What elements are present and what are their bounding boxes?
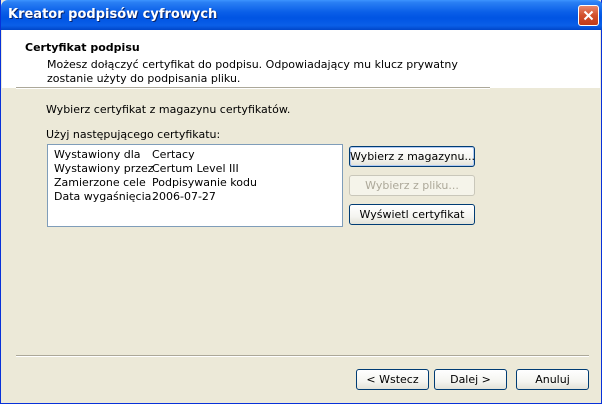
- cert-key: Data wygaśnięcia: [54, 190, 152, 203]
- footer-divider: [16, 355, 589, 357]
- window-title: Kreator podpisów cyfrowych: [8, 7, 218, 22]
- select-from-file-button[interactable]: Wybierz z pliku...: [349, 175, 475, 196]
- header-divider: [16, 87, 490, 89]
- cert-value: Certum Level III: [152, 162, 239, 175]
- cancel-button[interactable]: Anuluj: [516, 369, 589, 390]
- title-bar[interactable]: Kreator podpisów cyfrowych: [1, 0, 602, 30]
- certificate-info-box: Wystawiony dla Certacy Wystawiony przez …: [47, 144, 343, 227]
- next-button[interactable]: Dalej >: [434, 369, 507, 390]
- instruction-text: Wybierz certyfikat z magazynu certyfikat…: [46, 103, 291, 116]
- cert-value: Podpisywanie kodu: [152, 176, 257, 189]
- certificate-label: Użyj następującego certyfikatu:: [46, 128, 221, 141]
- view-certificate-button[interactable]: Wyświetl certyfikat: [349, 204, 475, 225]
- cert-value: 2006-07-27: [152, 190, 216, 203]
- wizard-window: Kreator podpisów cyfrowych Certyfikat po…: [0, 0, 602, 404]
- select-from-store-button[interactable]: Wybierz z magazynu...: [349, 146, 475, 167]
- close-button[interactable]: [578, 5, 599, 26]
- page-description: Możesz dołączyć certyfikat do podpisu. O…: [47, 58, 458, 85]
- wizard-header: Certyfikat podpisu Możesz dołączyć certy…: [2, 30, 600, 88]
- back-button[interactable]: < Wstecz: [356, 369, 429, 390]
- cert-key: Wystawiony dla: [54, 148, 141, 161]
- close-icon: [583, 10, 594, 21]
- cert-value: Certacy: [152, 148, 195, 161]
- cert-key: Zamierzone cele: [54, 176, 146, 189]
- cert-key: Wystawiony przez: [54, 162, 154, 175]
- page-title: Certyfikat podpisu: [25, 41, 140, 54]
